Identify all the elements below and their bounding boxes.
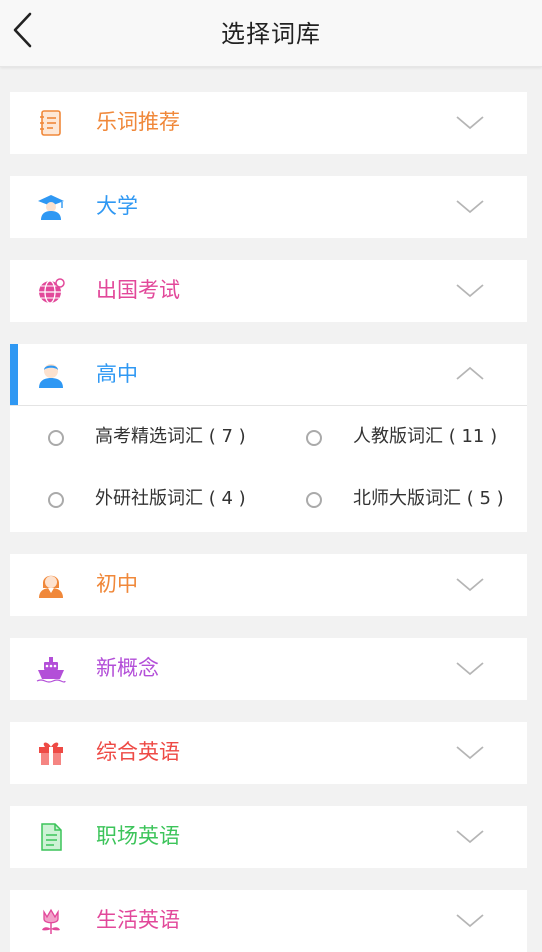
category-label: 大学 (96, 194, 138, 218)
wordbook-option[interactable]: 人教版词汇 ( 11 ) (306, 424, 516, 452)
radio-button[interactable] (306, 492, 322, 508)
category-card-general-english: 综合英语 (10, 722, 527, 784)
flower-icon (42, 908, 60, 934)
chevron-down-icon (456, 200, 484, 214)
wordbook-option[interactable]: 北师大版词汇 ( 5 ) (306, 486, 516, 514)
chevron-down-icon (456, 914, 484, 928)
student-boy-icon (39, 364, 63, 388)
document-icon (41, 823, 62, 851)
option-label: 外研社版词汇 ( 4 ) (95, 488, 246, 509)
ship-icon (36, 657, 66, 683)
wordbook-option[interactable]: 高考精选词汇 ( 7 ) (48, 424, 288, 452)
wordbook-option[interactable]: 外研社版词汇 ( 4 ) (48, 486, 288, 514)
category-label: 新概念 (96, 656, 159, 680)
radio-button[interactable] (306, 430, 322, 446)
chevron-up-icon (456, 366, 484, 380)
active-indicator (10, 344, 18, 406)
category-card-workplace-english: 职场英语 (10, 806, 527, 868)
category-label: 高中 (96, 362, 138, 386)
category-row-abroad-exam[interactable]: 出国考试 (10, 260, 527, 322)
category-card-abroad-exam: 出国考试 (10, 260, 527, 322)
category-card-recommended: 乐词推荐 (10, 92, 527, 154)
category-card-middle-school: 初中 (10, 554, 527, 616)
option-label: 人教版词汇 ( 11 ) (353, 426, 498, 447)
top-bar: 选择词库 (0, 0, 542, 67)
chevron-down-icon (456, 830, 484, 844)
divider (10, 405, 527, 406)
gift-icon (39, 742, 63, 765)
notebook-icon (40, 110, 61, 136)
category-card-high-school: 高中 高考精选词汇 ( 7 ) 人教版词汇 ( 11 ) 外研社版词汇 ( 4 … (10, 344, 527, 532)
category-card-life-english: 生活英语 (10, 890, 527, 952)
radio-button[interactable] (48, 492, 64, 508)
category-label: 乐词推荐 (96, 110, 180, 134)
category-row-general-english[interactable]: 综合英语 (10, 722, 527, 784)
option-label: 高考精选词汇 ( 7 ) (95, 426, 246, 447)
category-row-new-concept[interactable]: 新概念 (10, 638, 527, 700)
category-row-recommended[interactable]: 乐词推荐 (10, 92, 527, 154)
page-title: 选择词库 (221, 20, 321, 48)
student-girl-icon (39, 575, 63, 598)
category-row-life-english[interactable]: 生活英语 (10, 890, 527, 952)
category-card-university: 大学 (10, 176, 527, 238)
chevron-down-icon (456, 116, 484, 130)
category-row-high-school[interactable]: 高中 (10, 344, 527, 406)
graduate-icon (38, 195, 64, 220)
category-row-middle-school[interactable]: 初中 (10, 554, 527, 616)
chevron-down-icon (456, 662, 484, 676)
category-row-workplace-english[interactable]: 职场英语 (10, 806, 527, 868)
chevron-down-icon (456, 578, 484, 592)
category-card-new-concept: 新概念 (10, 638, 527, 700)
radio-button[interactable] (48, 430, 64, 446)
category-label: 初中 (96, 572, 138, 596)
chevron-down-icon (456, 746, 484, 760)
category-label: 出国考试 (96, 278, 180, 302)
category-label: 生活英语 (96, 908, 180, 932)
globe-icon (39, 278, 65, 304)
option-label: 北师大版词汇 ( 5 ) (353, 488, 504, 509)
chevron-down-icon (456, 284, 484, 298)
category-label: 职场英语 (96, 824, 180, 848)
category-label: 综合英语 (96, 740, 180, 764)
category-row-university[interactable]: 大学 (10, 176, 527, 238)
